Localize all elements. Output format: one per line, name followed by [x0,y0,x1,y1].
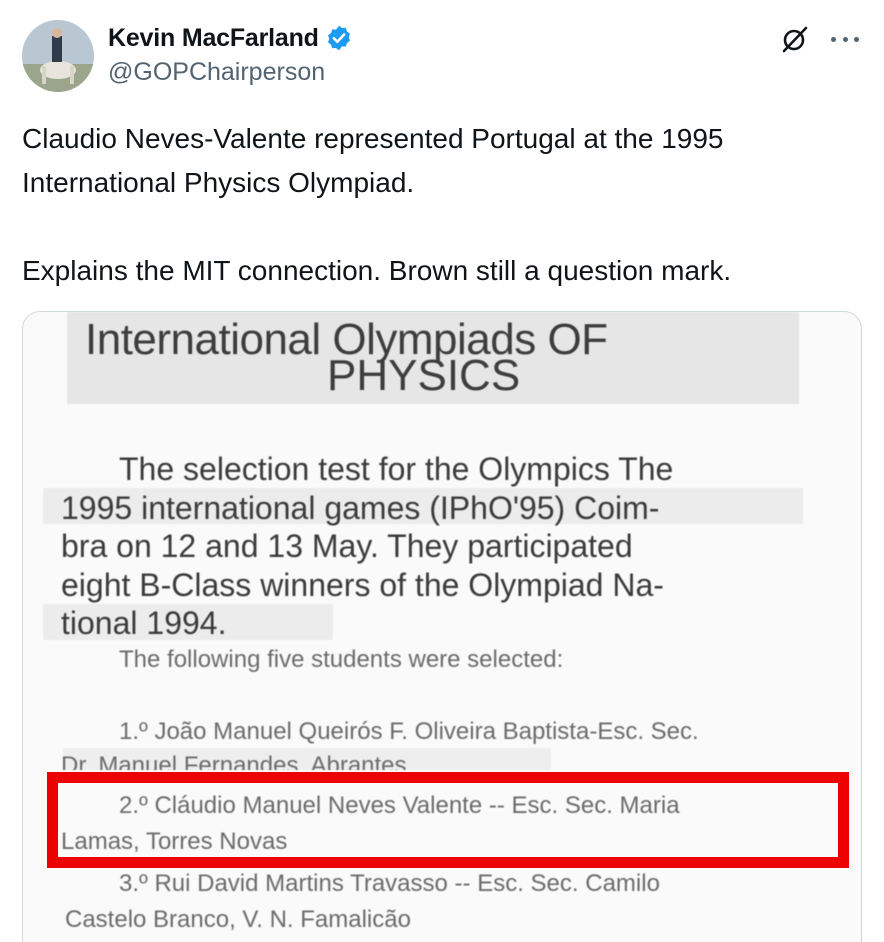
author-display-name[interactable]: Kevin MacFarland [108,24,319,53]
author-names: Kevin MacFarland @GOPChairperson [108,22,353,87]
selected-heading: The following five students were selecte… [119,646,564,673]
student-entry-cont: Dr. Manuel Fernandes, Abrantes [61,752,407,770]
tweet-text: Claudio Neves-Valente represented Portug… [22,117,862,293]
student-entry: 1.º João Manuel Queirós F. Oliveira Bapt… [119,718,699,745]
avatar[interactable] [22,20,94,92]
paragraph-line: bra on 12 and 13 May. They participated [61,528,633,564]
tweet-text-line: Explains the MIT connection. Brown still… [22,255,732,286]
paragraph-line: The selection test for the Olympics The [119,451,674,487]
clipping-paragraph: The selection test for the Olympics The … [61,450,841,643]
tweet-text-line: International Physics Olympiad. [22,167,415,198]
student-entry-cont: Castelo Branco, V. N. Famalicão [65,906,411,933]
paragraph-line: 1995 international games (IPhO'95) Coim- [61,489,660,526]
paragraph-line: eight B-Class winners of the Olympiad Na… [61,566,664,603]
author-handle[interactable]: @GOPChairperson [108,58,353,87]
grok-icon[interactable] [780,24,810,54]
tweet-media-image[interactable]: International Olympiads OF PHYSICS The s… [22,311,862,942]
clipping-subtitle: PHYSICS [327,351,521,400]
student-entry: 3.º Rui David Martins Travasso -- Esc. S… [119,870,660,897]
tweet-text-line: Claudio Neves-Valente represented Portug… [22,123,724,154]
more-options-icon[interactable] [828,24,862,54]
tweet-header: Kevin MacFarland @GOPChairperson [22,18,862,96]
verified-badge-icon [325,24,353,52]
paragraph-line: tional 1994. [61,605,227,641]
red-highlight-box [47,772,849,868]
